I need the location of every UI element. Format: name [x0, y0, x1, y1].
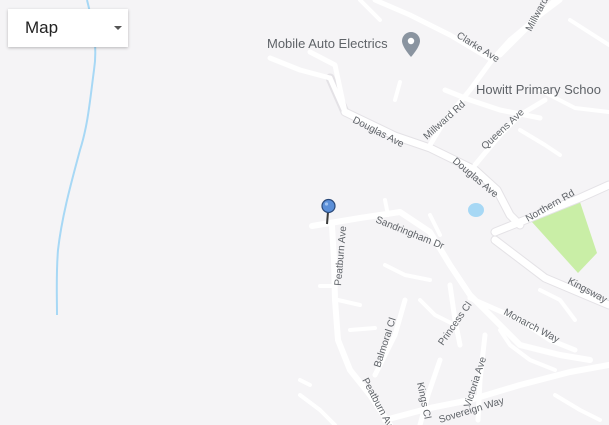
pond [468, 203, 484, 217]
map-canvas[interactable]: Mobile Auto Electrics Howitt Primary Sch… [0, 0, 609, 425]
street-label-clarke-ave: Clarke Ave [454, 30, 501, 65]
street-label-balmoral-cl: Balmoral Cl [372, 316, 398, 369]
map-type-label: Map [25, 18, 59, 37]
street-label-peatburn-ave-2: Peatburn Ave [359, 376, 397, 425]
map-base: Mobile Auto Electrics Howitt Primary Sch… [55, 0, 609, 425]
chevron-down-icon [114, 26, 122, 30]
poi-school-label[interactable]: Howitt Primary Schoo [476, 82, 601, 97]
mobile-auto-location-pin-icon[interactable] [402, 32, 420, 57]
stream [55, 0, 97, 316]
poi-mobile-auto-label[interactable]: Mobile Auto Electrics [267, 36, 388, 51]
street-label-millward-rd: Millward Rd [422, 99, 468, 142]
map-type-dropdown[interactable]: Map [8, 9, 128, 47]
